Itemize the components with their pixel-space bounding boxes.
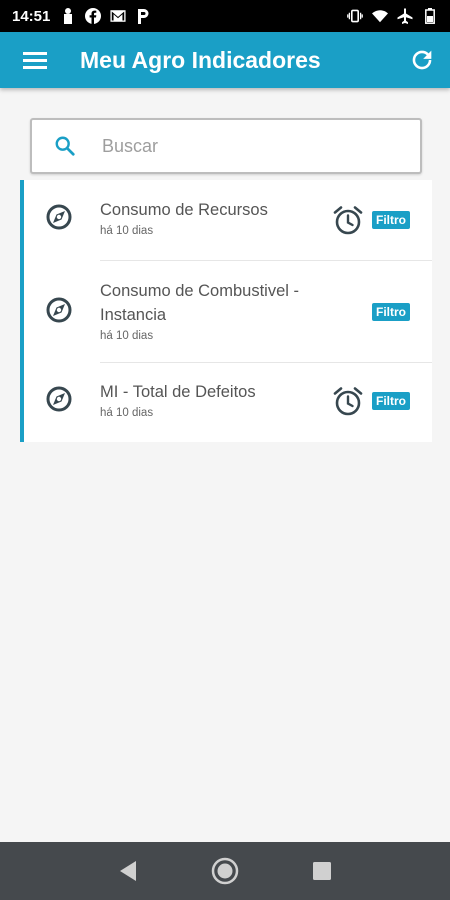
item-date: há 10 dias — [100, 225, 154, 237]
status-system-icons — [347, 8, 438, 24]
back-button[interactable] — [108, 851, 148, 891]
filter-badge[interactable]: Filtro — [372, 211, 410, 229]
wifi-icon — [372, 8, 388, 24]
indicator-list: Consumo de Recursos há 10 dias Filtro Co… — [20, 180, 432, 442]
status-notification-icons — [60, 8, 151, 24]
page-title: Meu Agro Indicadores — [80, 46, 321, 73]
item-date: há 10 dias — [100, 330, 154, 342]
airplane-icon — [397, 8, 413, 24]
alarm-icon[interactable] — [332, 204, 364, 236]
compass-icon — [46, 297, 72, 323]
refresh-button[interactable] — [394, 32, 450, 88]
recents-button[interactable] — [302, 851, 342, 891]
facebook-icon — [85, 8, 102, 24]
recents-icon — [312, 862, 331, 880]
list-item[interactable]: MI - Total de Defeitos há 10 dias Filtro — [24, 363, 432, 442]
home-icon — [211, 857, 239, 885]
filter-badge[interactable]: Filtro — [372, 392, 410, 410]
search-box[interactable] — [30, 118, 422, 174]
back-icon — [120, 861, 137, 881]
item-title: Consumo de Recursos — [100, 201, 268, 219]
refresh-icon — [412, 50, 432, 70]
search-icon — [55, 136, 75, 156]
system-nav-bar — [0, 842, 450, 900]
status-bar: 14:51 — [0, 0, 450, 32]
search-input[interactable] — [102, 135, 382, 157]
parking-icon — [135, 8, 151, 24]
battery-icon — [422, 8, 438, 24]
menu-button[interactable] — [8, 32, 64, 88]
home-button[interactable] — [205, 851, 245, 891]
app-bar: Meu Agro Indicadores — [0, 32, 450, 88]
menu-icon — [23, 52, 47, 69]
list-item[interactable]: Consumo de Recursos há 10 dias Filtro — [24, 180, 432, 260]
gmail-icon — [110, 8, 126, 24]
filter-badge[interactable]: Filtro — [372, 303, 410, 321]
compass-icon — [46, 386, 72, 412]
alarm-icon[interactable] — [332, 385, 364, 417]
compass-icon — [46, 204, 72, 230]
item-date: há 10 dias — [100, 407, 154, 419]
item-title: Consumo de Combustivel - Instancia — [100, 282, 299, 324]
item-title: MI - Total de Defeitos — [100, 383, 256, 401]
list-item[interactable]: Consumo de Combustivel - Instancia há 10… — [24, 261, 432, 362]
status-time: 14:51 — [12, 7, 51, 25]
vibrate-icon — [347, 8, 363, 24]
notification-icon — [60, 8, 76, 24]
